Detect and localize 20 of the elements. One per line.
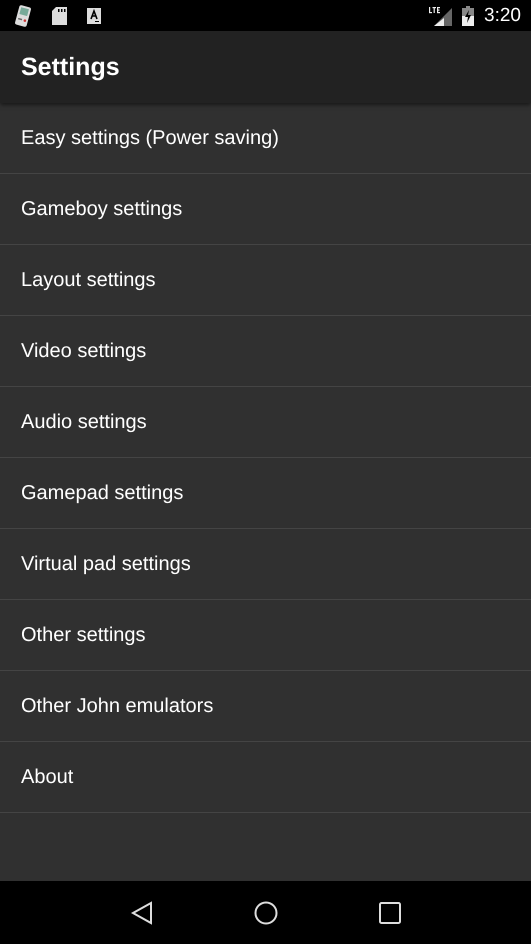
- settings-item[interactable]: Other John emulators: [0, 671, 531, 742]
- settings-item[interactable]: Layout settings: [0, 245, 531, 316]
- recents-icon[interactable]: [378, 902, 401, 924]
- clock-time: 3:20: [484, 4, 521, 26]
- settings-item[interactable]: Easy settings (Power saving): [0, 103, 531, 174]
- settings-item[interactable]: Virtual pad settings: [0, 529, 531, 600]
- settings-item[interactable]: Video settings: [0, 316, 531, 387]
- battery-charging-icon: [462, 6, 474, 26]
- lte-signal-icon: [428, 6, 452, 26]
- handheld-console-icon: [14, 4, 32, 26]
- settings-item[interactable]: Gameboy settings: [0, 174, 531, 245]
- keyboard-letter-icon: [87, 8, 101, 24]
- sd-card-icon: [52, 6, 67, 24]
- settings-item[interactable]: Other settings: [0, 600, 531, 671]
- settings-item[interactable]: About: [0, 742, 531, 813]
- settings-item[interactable]: Gamepad settings: [0, 458, 531, 529]
- settings-item[interactable]: Audio settings: [0, 387, 531, 458]
- home-icon[interactable]: [254, 900, 278, 924]
- back-icon[interactable]: [130, 900, 154, 924]
- screen-title: Settings: [21, 52, 120, 82]
